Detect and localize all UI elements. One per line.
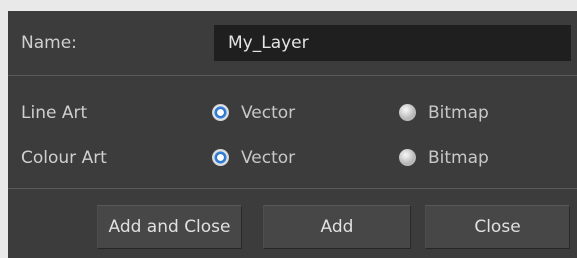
colour-art-bitmap-option[interactable]: Bitmap [399,147,519,169]
colour-art-vector-option[interactable]: Vector [212,147,332,169]
colour-art-bitmap-radio[interactable] [399,149,416,166]
line-art-bitmap-option[interactable]: Bitmap [399,102,519,124]
add-button[interactable]: Add [263,205,411,249]
line-art-vector-label: Vector [241,103,296,123]
add-layer-dialog: Name: Line Art Vector Bitmap Colour Art … [0,0,577,258]
colour-art-vector-label: Vector [241,148,296,168]
line-art-bitmap-radio[interactable] [399,104,416,121]
name-label: Name: [21,33,77,53]
close-button[interactable]: Close [425,205,570,249]
colour-art-vector-radio[interactable] [212,149,229,166]
colour-art-label: Colour Art [21,148,107,168]
divider-top [8,75,577,76]
add-and-close-button[interactable]: Add and Close [97,205,242,249]
name-input[interactable] [214,25,571,61]
line-art-bitmap-label: Bitmap [428,103,489,123]
colour-art-bitmap-label: Bitmap [428,148,489,168]
line-art-vector-option[interactable]: Vector [212,102,332,124]
line-art-vector-radio[interactable] [212,104,229,121]
dialog-panel: Name: Line Art Vector Bitmap Colour Art … [8,11,577,258]
line-art-label: Line Art [21,103,88,123]
divider-bottom [8,188,577,189]
